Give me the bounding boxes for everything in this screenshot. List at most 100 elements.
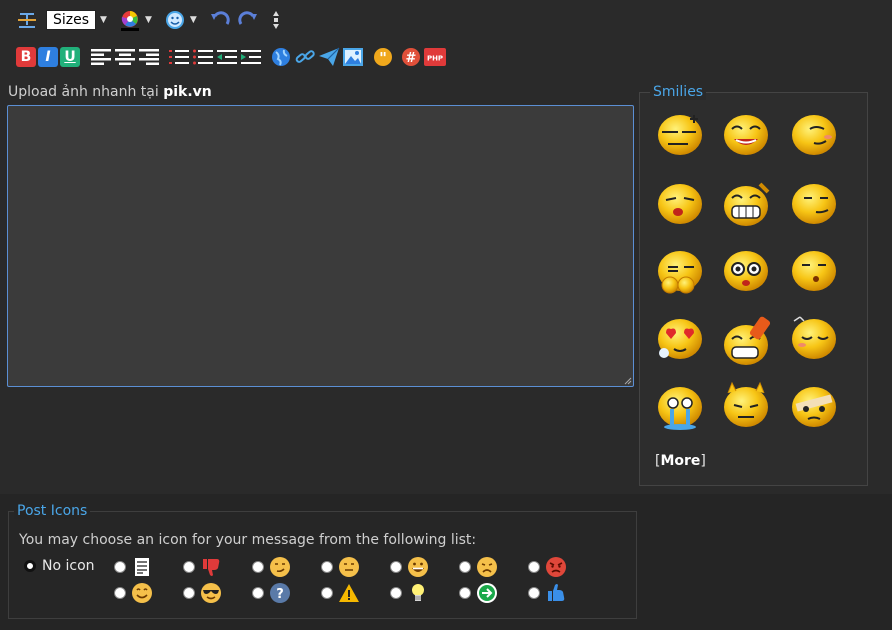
post-icon-option[interactable] [252, 556, 291, 578]
post-icon-radio[interactable] [321, 587, 333, 599]
font-size-dropdown[interactable]: Sizes ▼ [46, 10, 107, 30]
ordered-list-icon [169, 50, 189, 64]
post-icon-option[interactable] [114, 556, 153, 578]
smiley-cry-icon[interactable] [658, 387, 702, 430]
message-textarea[interactable] [7, 105, 634, 387]
more-label: More [660, 453, 701, 469]
smiley-sweat-icon[interactable] [658, 115, 702, 155]
post-icon-radio[interactable] [252, 561, 264, 573]
insert-image-button[interactable] [342, 46, 364, 68]
globe-icon [272, 48, 290, 66]
editor-toolbar-top: Sizes ▼ ▼ ▼ [14, 6, 287, 34]
insert-link-button[interactable] [270, 46, 292, 68]
no-icon-radio[interactable] [24, 560, 36, 572]
smiley-whistle-icon[interactable] [792, 251, 836, 291]
post-icon-radio[interactable] [114, 587, 126, 599]
post-icon-option[interactable] [390, 582, 429, 604]
post-icon-option[interactable] [183, 582, 222, 604]
redo-icon [238, 11, 257, 25]
post-icon-option[interactable] [183, 556, 222, 578]
post-icon-option[interactable] [321, 582, 360, 604]
alignment-group [90, 46, 160, 68]
resize-handle-icon[interactable] [624, 377, 632, 385]
post-icon-radio[interactable] [252, 587, 264, 599]
post-icon-option[interactable] [114, 582, 153, 604]
smiley-cheer-icon[interactable] [724, 316, 771, 365]
smiley-wink-icon[interactable] [792, 115, 836, 155]
font-size-label: Sizes [46, 10, 97, 30]
font-button[interactable] [14, 8, 40, 32]
post-icon-option[interactable] [390, 556, 429, 578]
post-icon-radio[interactable] [528, 587, 540, 599]
post-icon-radio[interactable] [528, 561, 540, 573]
no-icon-option[interactable]: No icon [24, 558, 95, 574]
post-icon-option[interactable] [528, 556, 567, 578]
svg-text:#: # [406, 51, 417, 66]
ordered-list-button[interactable] [168, 46, 190, 68]
post-icon-option[interactable] [459, 582, 498, 604]
list-group [168, 46, 262, 68]
smiley-devil-icon[interactable] [724, 381, 768, 427]
insert-group [270, 46, 364, 68]
post-icon-radio[interactable] [459, 587, 471, 599]
upload-site-link[interactable]: pik.vn [163, 84, 212, 100]
post-icon-radio[interactable] [459, 561, 471, 573]
smiley-love-icon[interactable] [658, 319, 702, 359]
post-icon-option[interactable] [321, 556, 360, 578]
post-icon-option[interactable] [459, 556, 498, 578]
outdent-icon [217, 50, 237, 64]
insert-smiley-dropdown[interactable]: ▼ [164, 9, 197, 31]
post-icon-radio[interactable] [390, 561, 402, 573]
php-code-button[interactable]: PHP [424, 46, 446, 68]
unlink-button[interactable] [294, 46, 316, 68]
no-icon-label: No icon [42, 558, 95, 574]
undo-button[interactable] [209, 9, 231, 31]
neutral-emoji-icon [339, 557, 359, 577]
bold-button[interactable]: B [16, 47, 36, 67]
smiley-injured-icon[interactable] [792, 387, 836, 427]
post-icon-radio[interactable] [183, 587, 195, 599]
align-center-icon [115, 49, 135, 65]
svg-text:": " [379, 49, 387, 67]
chevron-down-icon: ▼ [144, 15, 152, 25]
insert-email-button[interactable] [318, 46, 340, 68]
align-right-button[interactable] [138, 46, 160, 68]
smiley-tongue-icon[interactable] [658, 184, 702, 224]
smiley-grin-icon[interactable] [724, 115, 768, 155]
align-center-button[interactable] [114, 46, 136, 68]
smile-emoji-icon [132, 583, 152, 603]
underline-button[interactable]: U [60, 47, 80, 67]
post-icon-radio[interactable] [390, 587, 402, 599]
hashtag-button[interactable]: # [400, 46, 422, 68]
post-icon-option[interactable] [528, 582, 567, 604]
quote-button[interactable]: " [372, 46, 394, 68]
arrow-right-circle-icon [477, 583, 497, 603]
smiley-bruised-icon[interactable] [658, 251, 702, 294]
post-icon-radio[interactable] [321, 561, 333, 573]
align-left-button[interactable] [90, 46, 112, 68]
warning-icon [339, 584, 359, 602]
indent-button[interactable] [240, 46, 262, 68]
expand-collapse-icon [272, 11, 279, 29]
php-icon: PHP [424, 48, 446, 66]
thumbs-up-icon [548, 584, 565, 601]
smiley-shocked-icon[interactable] [724, 251, 768, 291]
redo-button[interactable] [237, 9, 259, 31]
smiley-smirk-icon[interactable] [792, 184, 836, 224]
text-color-dropdown[interactable]: ▼ [119, 9, 152, 31]
image-icon [343, 48, 363, 66]
post-icon-radio[interactable] [114, 561, 126, 573]
italic-button[interactable]: I [38, 47, 58, 67]
sad-emoji-icon [477, 557, 497, 577]
toggle-toolbar-button[interactable] [265, 9, 287, 31]
post-icon-option[interactable]: ? [252, 582, 291, 604]
smiley-laugh-icon[interactable] [724, 182, 770, 226]
post-icon-radio[interactable] [183, 561, 195, 573]
outdent-button[interactable] [216, 46, 238, 68]
unordered-list-icon [193, 49, 213, 65]
unordered-list-button[interactable] [192, 46, 214, 68]
post-icons-description: You may choose an icon for your message … [19, 532, 477, 548]
chain-link-icon [295, 50, 315, 63]
smilies-more-link[interactable]: [More] [655, 453, 706, 469]
smiley-sleepy-icon[interactable] [792, 316, 836, 359]
